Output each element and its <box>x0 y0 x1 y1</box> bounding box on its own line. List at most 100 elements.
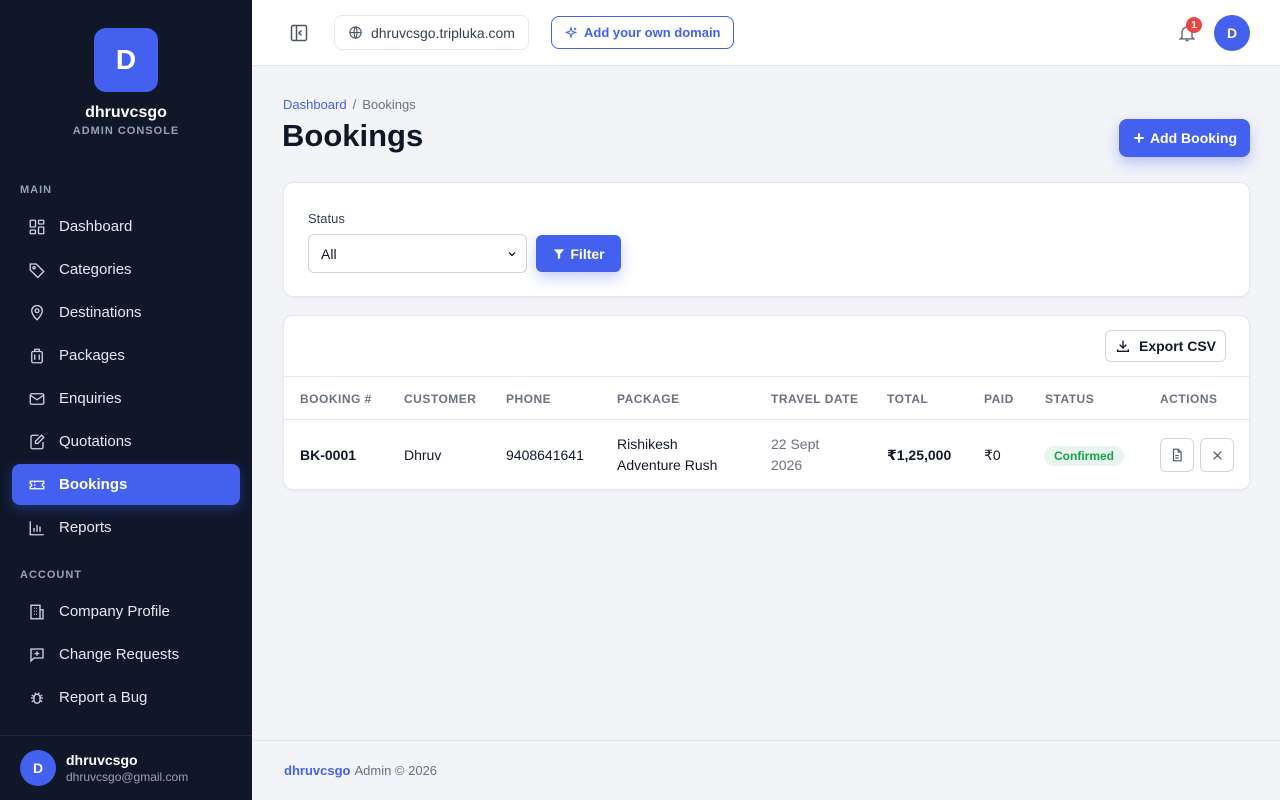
sidebar: D dhruvcsgo ADMIN CONSOLE MAIN Dashboard… <box>0 0 252 800</box>
mail-icon <box>29 392 45 405</box>
ticket-icon <box>29 480 45 489</box>
funnel-icon <box>554 248 565 259</box>
sidebar-item-change-requests[interactable]: Change Requests <box>12 634 240 675</box>
sidebar-item-reports[interactable]: Reports <box>12 507 240 548</box>
sidebar-item-label: Packages <box>59 347 125 364</box>
booking-id: BK-0001 <box>300 447 357 463</box>
add-domain-button[interactable]: Add your own domain <box>551 16 734 49</box>
column-header: ACTIONS <box>1160 392 1218 406</box>
table-row[interactable]: BK-0001 Dhruv 9408641641 Rishikesh Adven… <box>284 420 1249 489</box>
status-label: Status <box>308 211 345 226</box>
bookings-table-card: Export CSV BOOKING # CUSTOMER PHONE PACK… <box>283 315 1250 490</box>
chevron-down-icon <box>508 251 516 256</box>
brand-logo: D <box>94 28 158 92</box>
page-title: Bookings <box>282 118 424 153</box>
sidebar-item-label: Bookings <box>59 476 128 493</box>
table-header: BOOKING # CUSTOMER PHONE PACKAGE TRAVEL … <box>284 376 1249 420</box>
page-footer: dhruvcsgo Admin © 2026 <box>252 740 1280 800</box>
travel-date: 22 Sept 2026 <box>771 434 819 476</box>
brand: D dhruvcsgo ADMIN CONSOLE <box>0 0 252 137</box>
cancel-booking-button[interactable] <box>1200 438 1234 472</box>
sidebar-item-label: Reports <box>59 519 112 536</box>
sidebar-item-label: Company Profile <box>59 603 170 620</box>
customer-name: Dhruv <box>404 447 442 463</box>
status-badge: Confirmed <box>1044 446 1124 466</box>
travel-date-line-2: 2026 <box>771 457 803 473</box>
breadcrumb-home[interactable]: Dashboard <box>283 97 347 112</box>
document-icon <box>1172 448 1182 462</box>
sidebar-item-categories[interactable]: Categories <box>12 249 240 290</box>
phone-number: 9408641641 <box>506 447 584 463</box>
notification-badge: 1 <box>1186 17 1202 33</box>
column-header: TOTAL <box>887 392 929 406</box>
avatar[interactable]: D <box>1214 15 1250 51</box>
column-header: BOOKING # <box>300 392 372 406</box>
breadcrumb-current: Bookings <box>362 97 416 112</box>
map-pin-icon <box>31 304 43 321</box>
sidebar-user[interactable]: D dhruvcsgo dhruvcsgo@gmail.com <box>0 735 252 800</box>
column-header: CUSTOMER <box>404 392 477 406</box>
domain-pill[interactable]: dhruvcsgo.tripluka.com <box>334 15 529 50</box>
nav-section-main: MAIN <box>20 184 53 196</box>
brand-subtitle: ADMIN CONSOLE <box>72 125 180 137</box>
building-icon <box>30 604 44 619</box>
sidebar-item-bookings[interactable]: Bookings <box>12 464 240 505</box>
breadcrumb: Dashboard / Bookings <box>283 97 416 112</box>
sidebar-item-label: Enquiries <box>59 390 122 407</box>
column-header: PACKAGE <box>617 392 680 406</box>
bar-chart-icon <box>29 520 44 535</box>
paid-amount: ₹0 <box>984 447 1001 463</box>
brand-name: dhruvcsgo <box>85 104 167 121</box>
total-amount: ₹1,25,000 <box>887 447 952 463</box>
sidebar-item-label: Categories <box>59 261 132 278</box>
filter-button-label: Filter <box>570 245 605 262</box>
message-plus-icon <box>30 647 44 663</box>
user-email: dhruvcsgo@gmail.com <box>66 770 189 784</box>
sidebar-item-enquiries[interactable]: Enquiries <box>12 378 240 419</box>
footer-text: Admin © 2026 <box>354 763 438 778</box>
add-booking-button[interactable]: Add Booking <box>1119 119 1250 157</box>
luggage-icon <box>31 348 43 363</box>
status-select[interactable]: All <box>308 234 527 273</box>
export-csv-label: Export CSV <box>1138 338 1216 354</box>
close-icon <box>1212 450 1222 460</box>
sidebar-item-dashboard[interactable]: Dashboard <box>12 206 240 247</box>
user-name: dhruvcsgo <box>66 752 138 768</box>
nav-section-account: ACCOUNT <box>20 569 82 581</box>
topbar: dhruvcsgo.tripluka.com Add your own doma… <box>252 0 1280 66</box>
sidebar-item-label: Destinations <box>59 304 142 321</box>
grid-icon <box>29 219 45 234</box>
edit-document-icon <box>30 433 45 449</box>
globe-icon <box>349 26 362 39</box>
bug-icon <box>31 691 43 704</box>
sidebar-item-destinations[interactable]: Destinations <box>12 292 240 333</box>
add-booking-label: Add Booking <box>1149 130 1238 146</box>
avatar: D <box>20 750 56 786</box>
sidebar-item-company-profile[interactable]: Company Profile <box>12 591 240 632</box>
sidebar-toggle-icon[interactable] <box>289 23 309 43</box>
filter-card: Status All Filter <box>283 182 1250 297</box>
status-select-value: All <box>321 245 337 262</box>
export-csv-button[interactable]: Export CSV <box>1105 330 1226 362</box>
package-line-2: Adventure Rush <box>617 457 718 473</box>
package-name: Rishikesh Adventure Rush <box>617 434 717 476</box>
sidebar-item-report-bug[interactable]: Report a Bug <box>12 677 240 718</box>
tag-icon <box>29 262 45 278</box>
filter-button[interactable]: Filter <box>536 235 621 272</box>
sidebar-item-label: Report a Bug <box>59 689 148 706</box>
sidebar-item-label: Dashboard <box>59 218 133 235</box>
column-header: STATUS <box>1045 392 1095 406</box>
breadcrumb-separator: / <box>352 97 357 112</box>
view-invoice-button[interactable] <box>1160 438 1194 472</box>
download-icon <box>1116 340 1129 352</box>
sparkle-icon <box>564 25 578 39</box>
sidebar-item-quotations[interactable]: Quotations <box>12 421 240 462</box>
sidebar-item-label: Change Requests <box>59 646 180 663</box>
footer-brand[interactable]: dhruvcsgo <box>284 763 350 778</box>
sidebar-item-label: Quotations <box>59 433 132 450</box>
add-domain-label: Add your own domain <box>584 25 721 40</box>
travel-date-line-1: 22 Sept <box>771 436 820 452</box>
plus-icon <box>1134 133 1144 143</box>
column-header: PAID <box>984 392 1014 406</box>
sidebar-item-packages[interactable]: Packages <box>12 335 240 376</box>
